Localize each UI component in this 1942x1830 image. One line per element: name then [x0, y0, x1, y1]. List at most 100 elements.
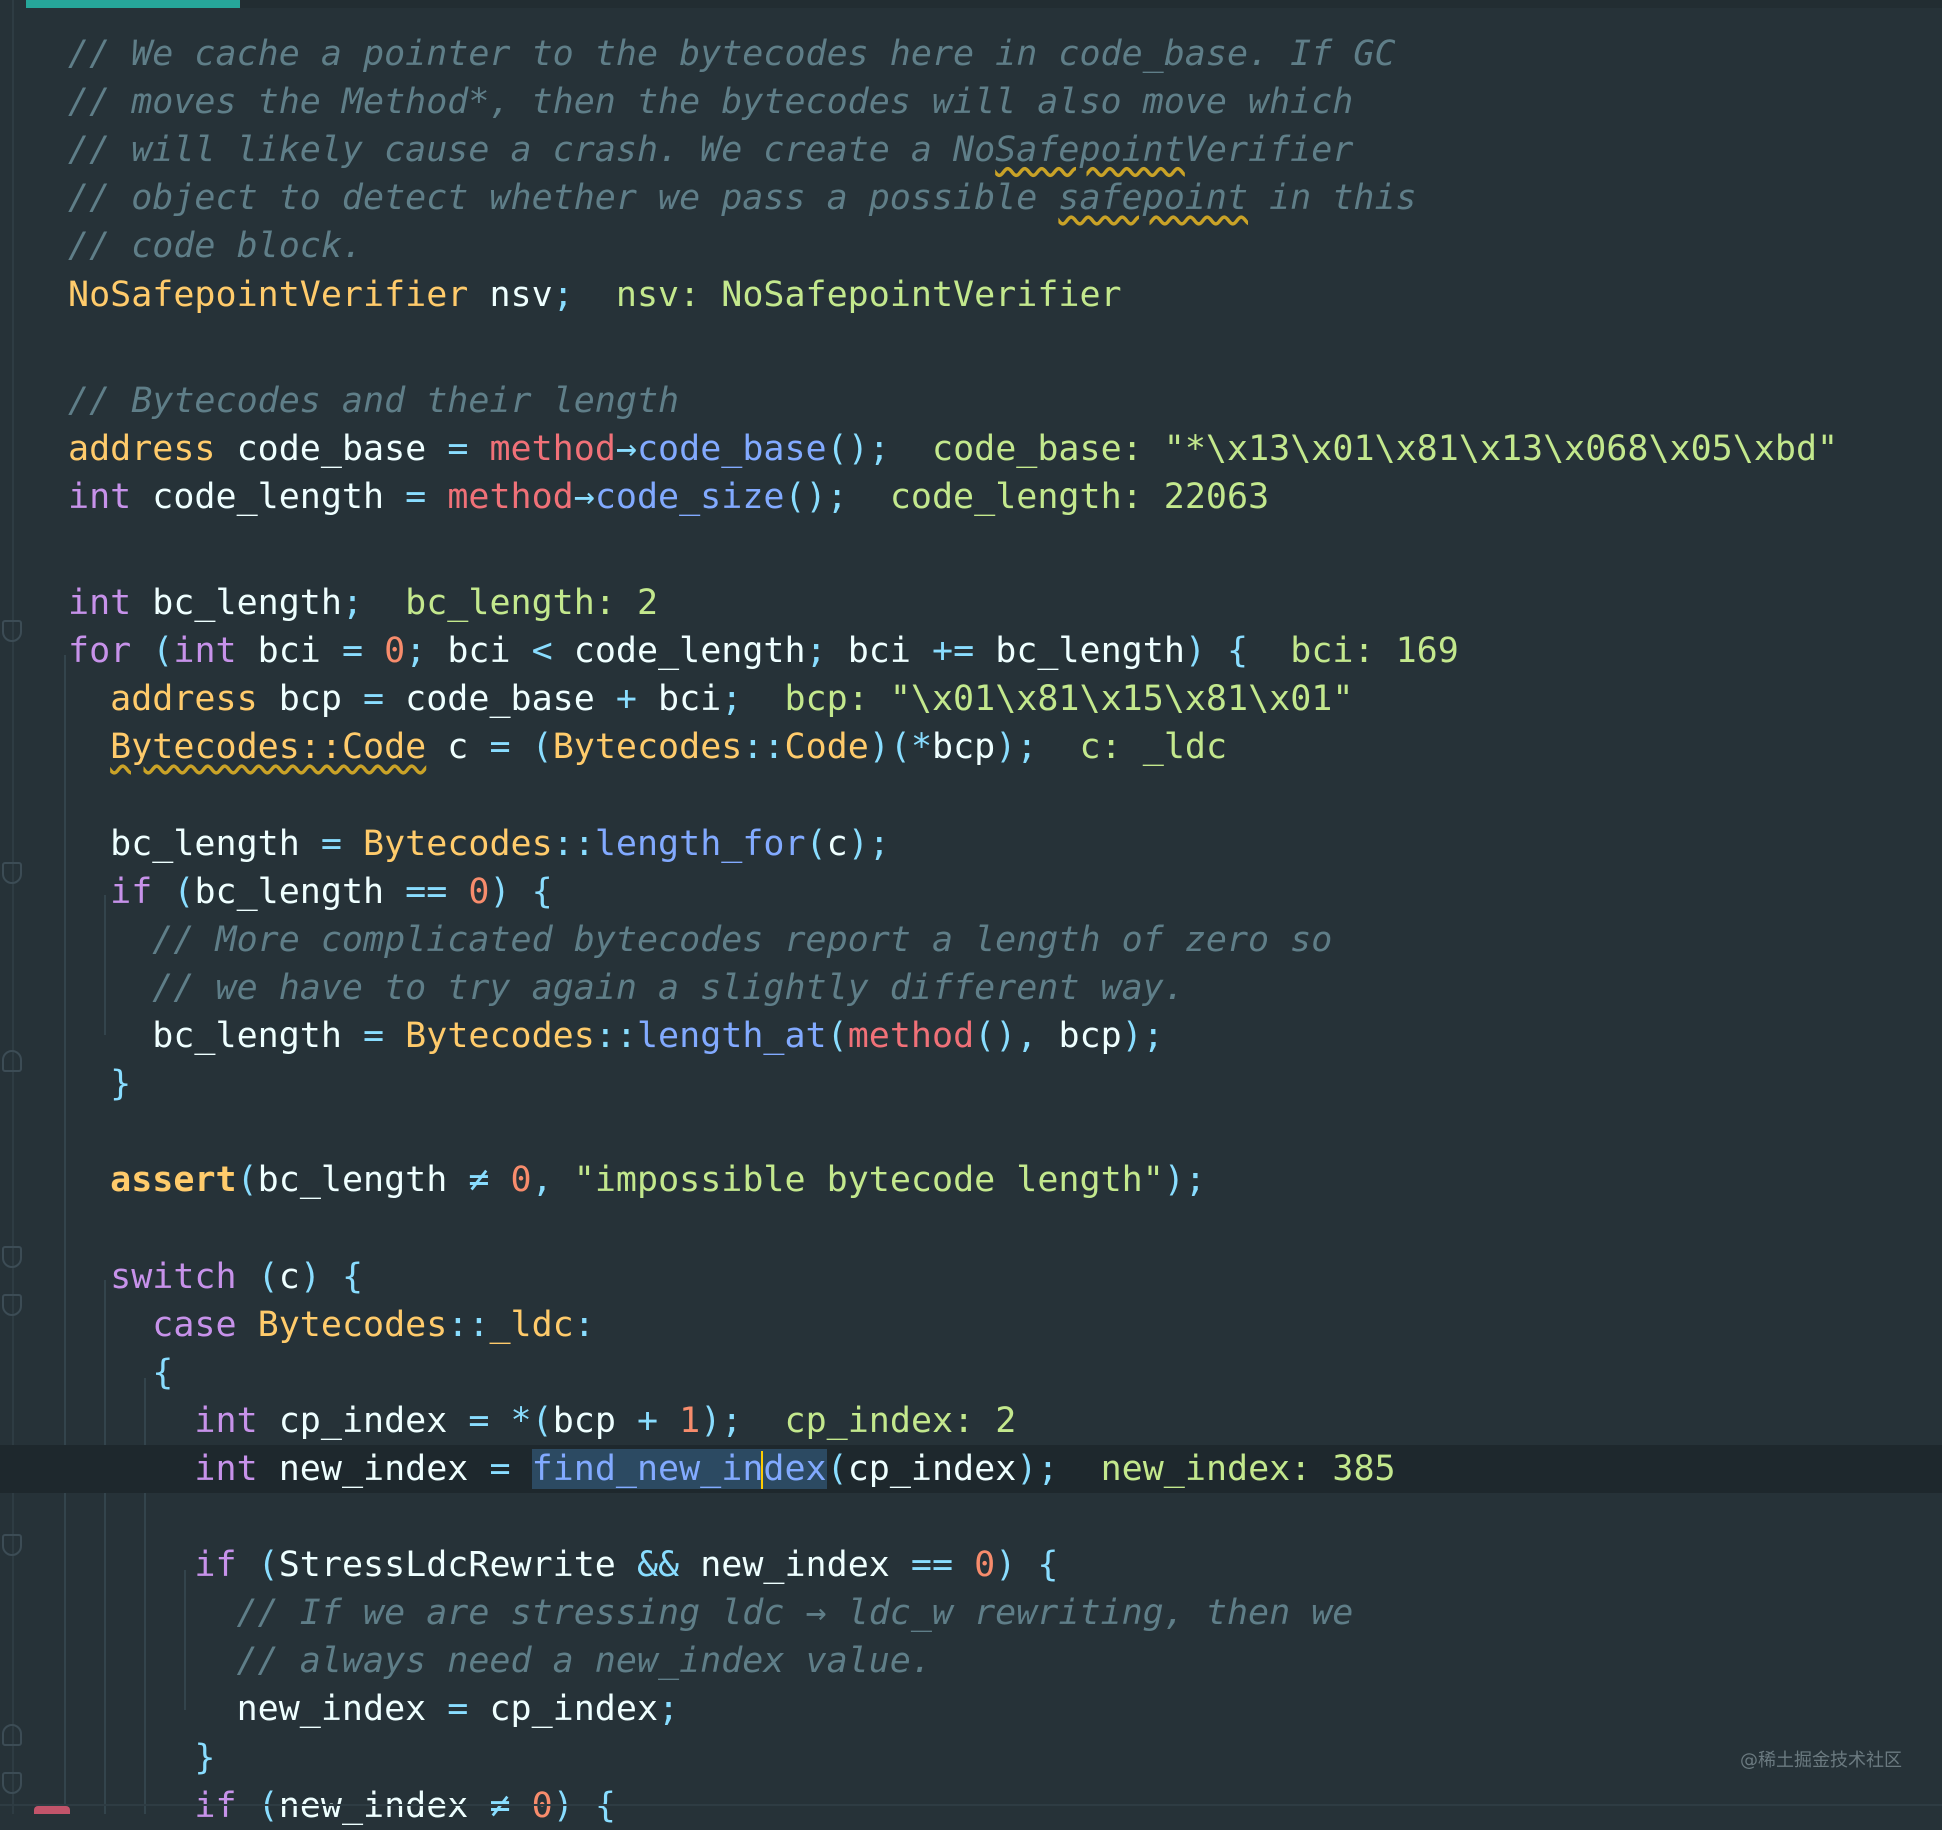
code-token: = [341, 631, 364, 672]
code-comment: in this [1248, 178, 1417, 219]
inlay-value-hint: bcp: "\x01\x81\x15\x81\x01" [742, 679, 1354, 720]
code-line[interactable]: bc_length = Bytecodes::length_for(c); [68, 820, 890, 868]
code-token: → [615, 428, 637, 469]
code-token: = [363, 679, 385, 720]
code-line[interactable]: int new_index = find_new_index(cp_index)… [68, 1445, 1396, 1493]
code-token: bcp [552, 1400, 637, 1441]
code-token: method [447, 476, 574, 517]
code-line[interactable]: // If we are stressing ldc → ldc_w rewri… [68, 1589, 1354, 1637]
code-line[interactable]: // object to detect whether we pass a po… [68, 174, 1417, 222]
code-line[interactable]: // Bytecodes and their length [68, 377, 679, 425]
code-token: bc_length [257, 1160, 469, 1201]
code-token: + [615, 679, 637, 720]
code-token: (), [974, 1016, 1059, 1056]
code-token: address [68, 679, 258, 720]
code-token: bc_length [974, 631, 1185, 672]
code-comment: // If we are stressing ldc → ldc_w rewri… [68, 1593, 1354, 1634]
code-token: if [68, 1545, 237, 1586]
code-line[interactable]: if (bc_length == 0) { [68, 868, 553, 916]
editor-gutter[interactable] [0, 0, 26, 1814]
code-comment: // object to detect whether we pass a po… [68, 178, 1059, 219]
code-line[interactable]: // we have to try again a slightly diffe… [68, 964, 1185, 1012]
code-line[interactable]: int code_length = method→code_size(); co… [68, 473, 1269, 521]
code-line[interactable]: // We cache a pointer to the bytecodes h… [68, 30, 1396, 78]
code-token: bci [426, 631, 532, 672]
code-token: assert [110, 1160, 237, 1201]
code-line[interactable]: // will likely cause a crash. We create … [68, 126, 1353, 174]
code-token: == [405, 871, 448, 912]
code-token: code_size [594, 476, 785, 517]
code-line[interactable]: address code_base = method→code_base(); … [68, 425, 1838, 473]
code-line[interactable]: int cp_index = *(bcp + 1); cp_index: 2 [68, 1397, 1016, 1445]
code-comment: // code block. [68, 226, 364, 267]
code-token: 0 [510, 1160, 532, 1201]
code-token: ) { [299, 1256, 364, 1297]
fold-toggle-if-icon[interactable] [2, 862, 22, 884]
fold-toggle-for-icon[interactable] [2, 620, 22, 642]
fold-toggle-if-new-index-icon[interactable] [2, 1772, 22, 1794]
code-line[interactable]: bc_length = Bytecodes::length_at(method(… [68, 1012, 1164, 1060]
code-token: * [510, 1400, 532, 1441]
code-line[interactable]: NoSafepointVerifier nsv; nsv: NoSafepoin… [68, 271, 1122, 319]
code-comment: Safepoint [995, 130, 1185, 171]
code-line[interactable]: switch (c) { [68, 1253, 363, 1301]
code-token: ( [510, 727, 553, 768]
code-comment: // Bytecodes and their length [68, 380, 680, 421]
code-line[interactable]: for (int bci = 0; bci < code_length; bci… [68, 627, 1459, 675]
code-line[interactable]: new_index = cp_index; [68, 1685, 680, 1733]
code-comment: // we have to try again a slightly diffe… [68, 967, 1185, 1008]
code-token: code_base [215, 428, 448, 469]
code-line[interactable]: Bytecodes::Code c = (Bytecodes::Code)(*b… [68, 723, 1227, 771]
code-token: = [447, 428, 469, 469]
inlay-value-hint: code_length: 22063 [847, 476, 1270, 517]
fold-toggle-if-stress-icon[interactable] [2, 1534, 22, 1556]
code-line[interactable]: } [68, 1734, 216, 1782]
fold-end-if-stress-icon[interactable] [2, 1724, 22, 1746]
code-line[interactable]: int bc_length; bc_length: 2 [68, 579, 658, 627]
code-token: < [531, 631, 553, 672]
code-line[interactable]: // always need a new_index value. [68, 1637, 932, 1685]
code-token: = [468, 1400, 490, 1441]
code-token: + [636, 1400, 659, 1441]
code-line[interactable]: // moves the Method*, then the bytecodes… [68, 78, 1353, 126]
code-token: → [573, 476, 595, 517]
code-token: bcp [932, 727, 996, 768]
fold-end-if-icon[interactable] [2, 1050, 22, 1072]
code-comment: // moves the Method*, then the bytecodes… [68, 82, 1354, 123]
code-line[interactable]: address bcp = code_base + bci; bcp: "\x0… [68, 675, 1353, 723]
code-token: :: [552, 823, 595, 864]
code-token: ; [552, 274, 574, 315]
fold-toggle-case-icon[interactable] [2, 1294, 22, 1316]
code-line[interactable]: // code block. [68, 222, 363, 270]
code-token: find_new_in [531, 1448, 764, 1489]
code-token: length_for [594, 823, 806, 864]
code-line[interactable]: case Bytecodes::_ldc: [68, 1301, 595, 1349]
code-token: } [68, 1737, 216, 1778]
code-line[interactable]: // More complicated bytecodes report a l… [68, 916, 1332, 964]
code-token: : [573, 1304, 595, 1345]
code-token: new_index [679, 1545, 911, 1586]
code-token: Code [784, 727, 869, 768]
code-token: 0 [974, 1545, 996, 1586]
code-line[interactable]: if (StressLdcRewrite && new_index == 0) … [68, 1541, 1058, 1589]
code-line[interactable]: } [68, 1060, 131, 1108]
code-token: * [910, 727, 933, 768]
code-token: ; [405, 631, 427, 672]
code-token: code_length [131, 476, 406, 517]
code-line[interactable]: { [68, 1349, 173, 1397]
code-token: :: [447, 1304, 490, 1345]
fold-toggle-switch-icon[interactable] [2, 1246, 22, 1268]
code-token: nsv [468, 274, 553, 315]
code-line[interactable]: assert(bc_length ≠ 0, "impossible byteco… [68, 1156, 1206, 1204]
code-token: = [489, 1448, 511, 1489]
code-token: ( [236, 1545, 279, 1586]
code-comment: // We cache a pointer to the bytecodes h… [68, 34, 1396, 74]
code-token: bc_length [194, 871, 406, 912]
code-token: ) { [489, 871, 553, 912]
code-token: bcp [257, 679, 364, 720]
